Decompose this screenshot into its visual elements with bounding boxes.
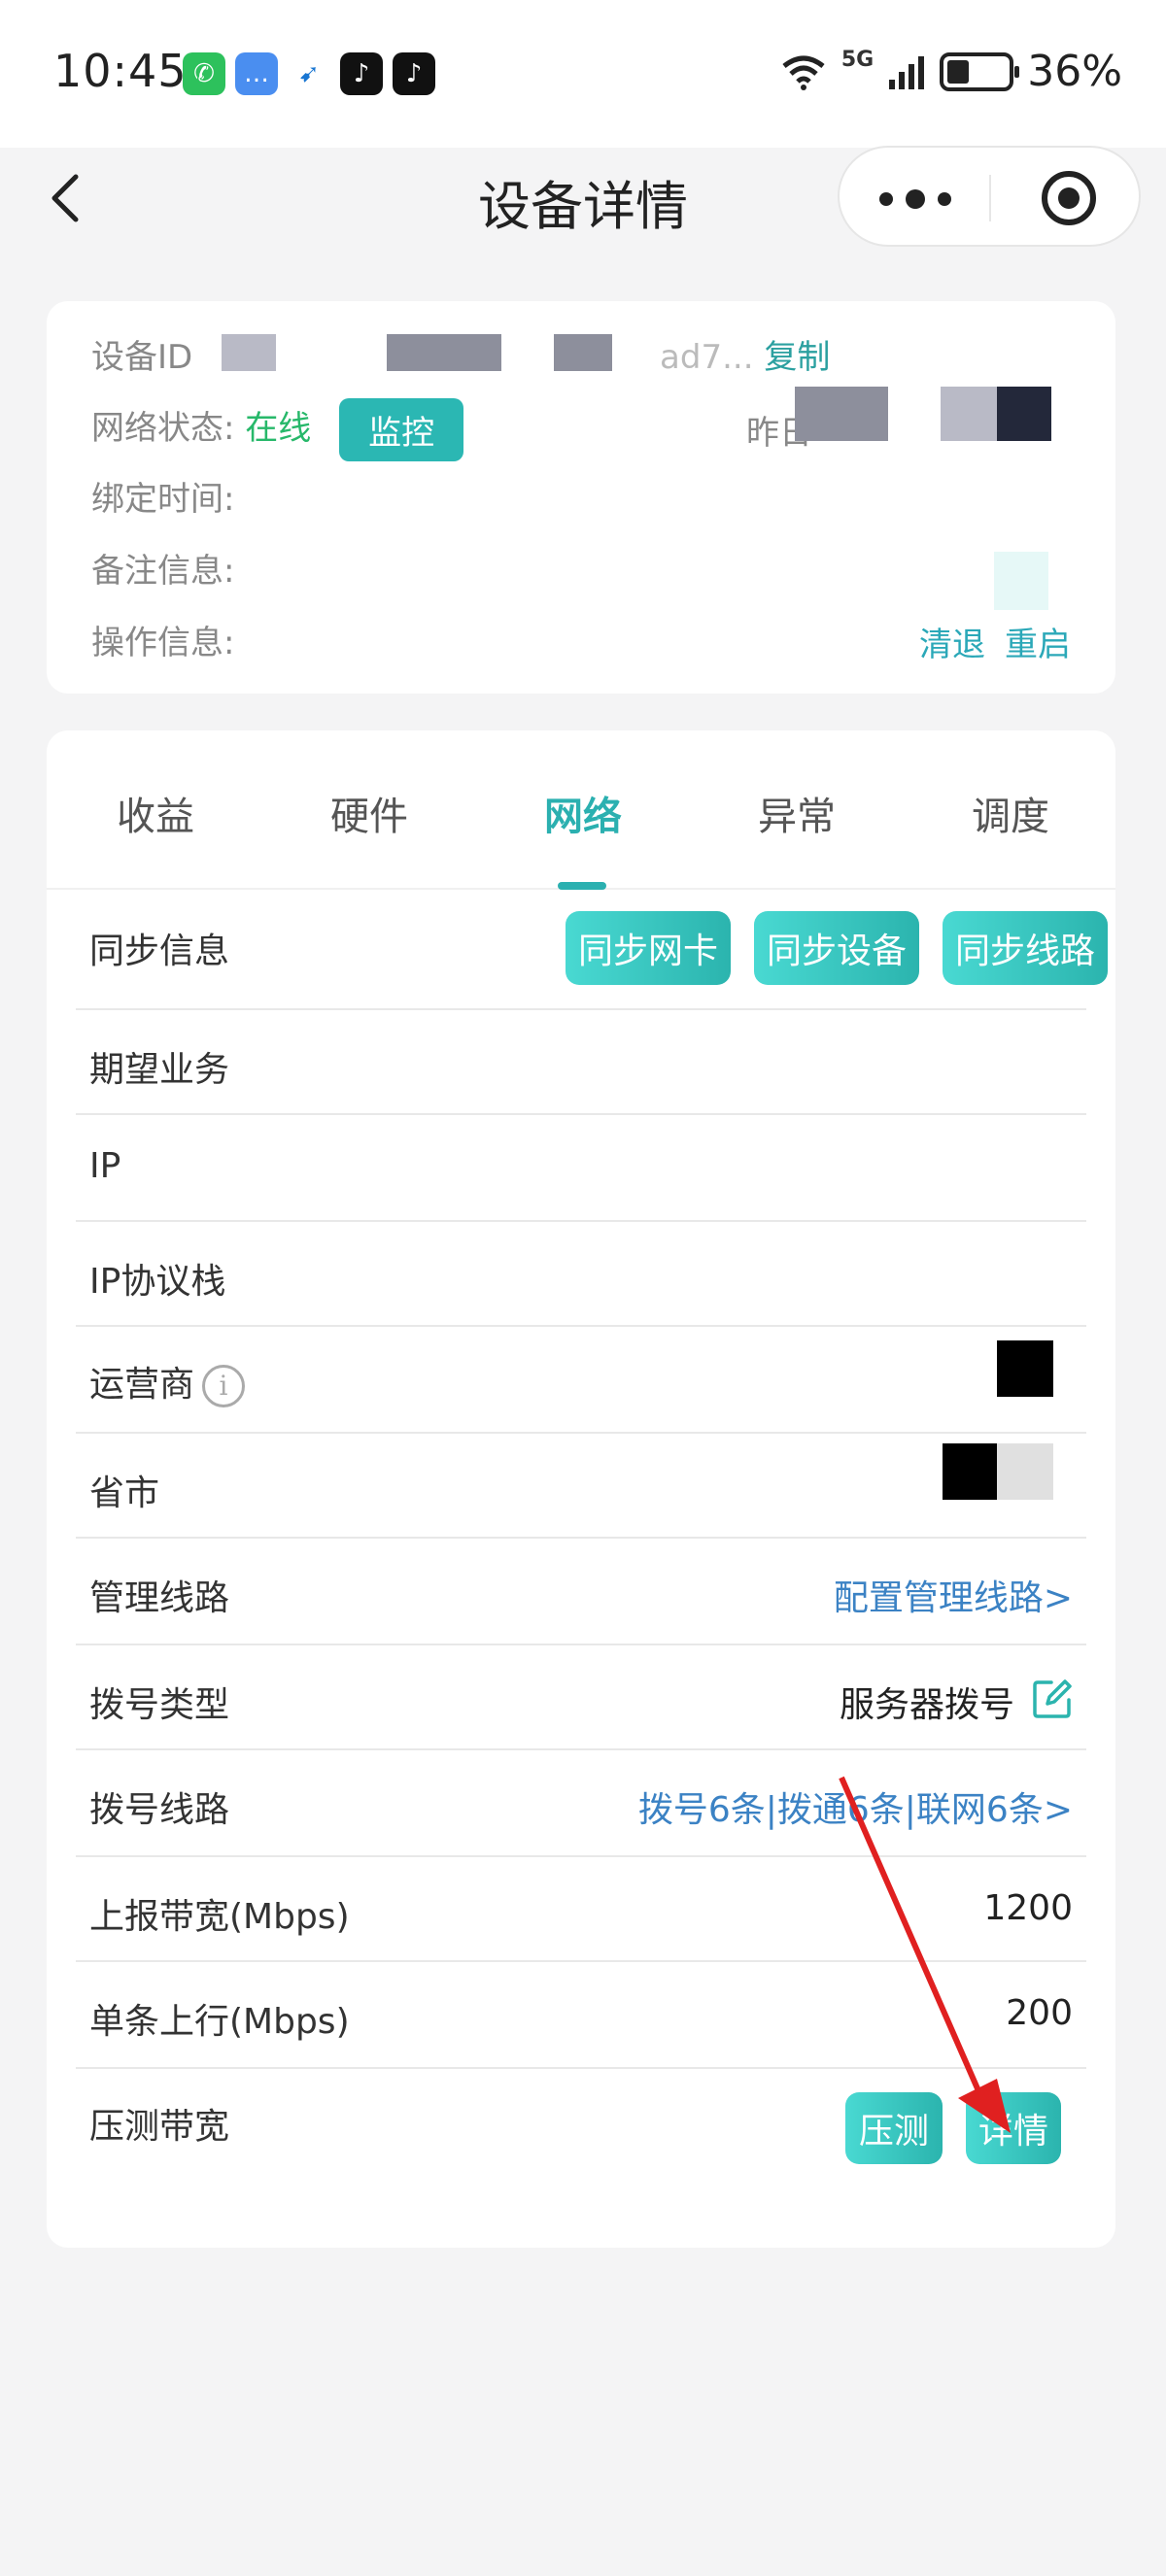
tab-bar: 收益 硬件 网络 异常 调度 [47,730,1115,890]
redacted-block [997,1340,1053,1397]
tab-exceptions[interactable]: 异常 [729,785,865,841]
network-status-value: 在线 [245,409,312,448]
redacted-block [943,1443,997,1500]
operation-links: 清退 重启 [919,618,1071,665]
restart-link[interactable]: 重启 [1005,618,1071,665]
operation-label: 操作信息: [91,624,235,662]
monitor-button[interactable]: 监控 [339,398,464,461]
ip-label: IP [89,1146,121,1186]
close-miniapp-icon[interactable] [1040,169,1098,227]
redacted-block [554,334,612,371]
stress-test-button[interactable]: 压测 [845,2092,943,2164]
active-tab-indicator [558,882,606,890]
carrier-label-text: 运营商 [89,1365,195,1405]
sync-info-row: 同步信息 同步网卡 同步设备 同步线路 [76,890,1108,1010]
detail-button[interactable]: 详情 [966,2092,1061,2164]
network-status-label: 网络状态: [91,409,235,448]
dial-route-link[interactable]: 拨号6条|拨通6条|联网6条> [638,1781,1073,1832]
info-icon[interactable]: i [202,1365,246,1407]
clear-out-link[interactable]: 清退 [919,618,985,665]
note-label: 备注信息: [91,552,235,591]
province-city-label: 省市 [89,1474,160,1513]
miniapp-capsule [838,146,1141,247]
tiktok-icon: ♪ [340,52,383,95]
configure-mgmt-route-link[interactable]: 配置管理线路> [834,1570,1073,1620]
tab-scheduling[interactable]: 调度 [943,785,1079,841]
redacted-block [994,552,1048,610]
carrier-label: 运营商 i [89,1356,246,1407]
network-type: 5G [840,48,874,72]
battery-percent: 36% [1027,47,1122,96]
stress-bandwidth-row: 压测带宽 压测 详情 [76,2069,1086,2189]
network-status-row: 网络状态: 在线 监控 [91,398,464,461]
bind-time-label: 绑定时间: [91,480,235,519]
signal-icon [889,55,925,89]
status-indicators: 5G 36% [779,47,1122,96]
wechat-icon: ✆ [183,52,225,95]
report-bandwidth-row: 上报带宽(Mbps) 1200 [76,1857,1086,1962]
expected-business-row: 期望业务 [76,1010,1086,1115]
sync-info-label: 同步信息 [89,932,230,971]
tab-network[interactable]: 网络 [515,785,651,841]
battery-icon [940,51,1020,91]
single-upload-row: 单条上行(Mbps) 200 [76,1962,1086,2069]
status-bar: 10:45 ✆ … ➹ ♪ ♪ 5G 36% [0,0,1166,148]
message-icon: … [235,52,278,95]
redacted-block [997,1443,1053,1500]
edit-icon[interactable] [1032,1678,1073,1719]
single-upload-value: 200 [1006,1993,1073,2033]
dial-route-row: 拨号线路 拨号6条|拨通6条|联网6条> [76,1750,1086,1857]
bird-icon: ➹ [288,52,330,95]
sync-nic-button[interactable]: 同步网卡 [566,911,731,985]
report-bandwidth-value: 1200 [983,1888,1073,1928]
dial-type-row: 拨号类型 服务器拨号 [76,1645,1086,1750]
redacted-block [222,334,276,371]
report-bandwidth-label: 上报带宽(Mbps) [89,1897,350,1937]
ip-stack-label: IP协议栈 [89,1262,226,1302]
mgmt-route-label: 管理线路 [89,1578,230,1618]
tiktok-icon: ♪ [393,52,435,95]
copy-link[interactable]: 复制 [764,338,830,377]
wifi-icon [782,55,825,90]
device-info-card: 设备ID ad7... 复制 网络状态: 在线 监控 昨日 绑定时间: 备注信息… [47,301,1115,694]
redacted-block [997,387,1051,441]
dial-route-label: 拨号线路 [89,1790,230,1830]
sync-device-button[interactable]: 同步设备 [754,911,919,985]
ip-stack-row: IP协议栈 [76,1222,1086,1327]
notification-apps: ✆ … ➹ ♪ ♪ [183,52,435,95]
province-city-row: 省市 [76,1434,1086,1539]
dial-type-value: 服务器拨号 [839,1685,1014,1725]
dial-type-label: 拨号类型 [89,1685,230,1725]
device-id-tail: ad7... [660,338,754,377]
carrier-row: 运营商 i [76,1327,1086,1434]
device-id-label: 设备ID [91,338,193,377]
capsule-divider [989,175,991,221]
redacted-block [795,387,888,441]
more-icon[interactable] [876,185,954,214]
expected-business-label: 期望业务 [89,1050,230,1090]
ip-row: IP [76,1115,1086,1222]
detail-card: 收益 硬件 网络 异常 调度 同步信息 同步网卡 同步设备 同步线路 期望业务 … [47,730,1115,2248]
single-upload-label: 单条上行(Mbps) [89,2002,350,2042]
status-time: 10:45 [53,45,188,97]
redacted-block [387,334,501,371]
stress-bandwidth-label: 压测带宽 [89,2107,230,2147]
tab-earnings[interactable]: 收益 [87,785,223,841]
sync-route-button[interactable]: 同步线路 [943,911,1108,985]
tab-hardware[interactable]: 硬件 [301,785,437,841]
redacted-block [941,387,997,441]
mgmt-route-row: 管理线路 配置管理线路> [76,1539,1086,1645]
